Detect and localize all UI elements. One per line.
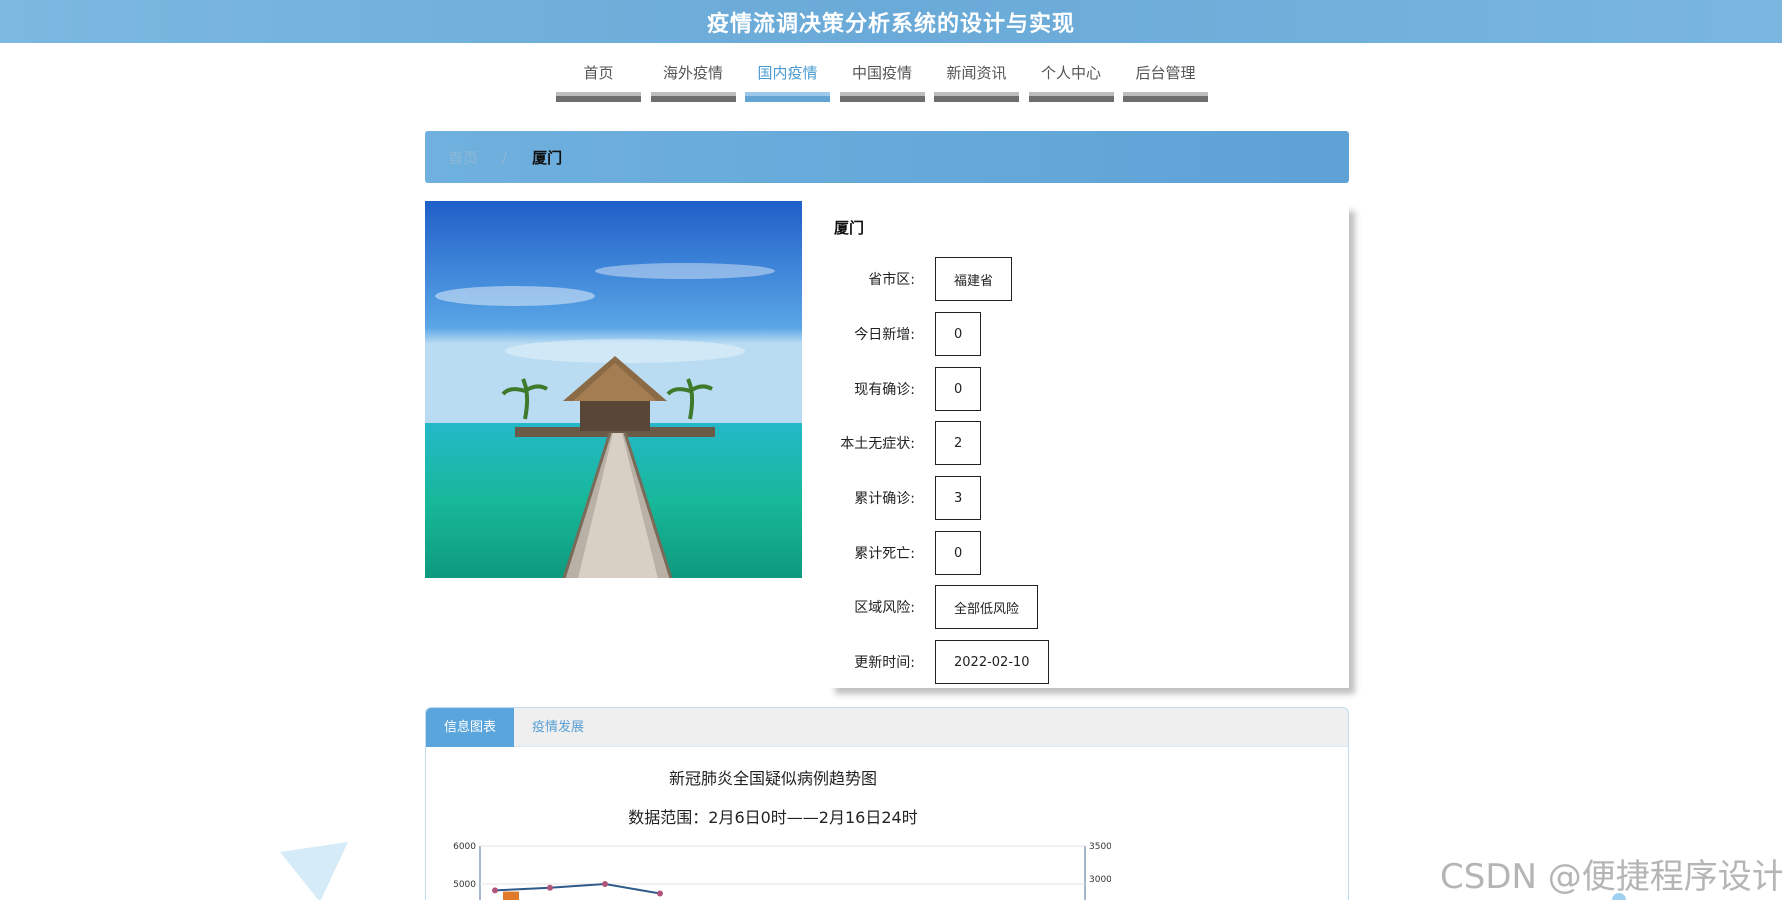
field-row-asymptomatic: 本土无症状: 2 xyxy=(829,421,982,465)
nav-item-admin[interactable]: 后台管理 xyxy=(1123,60,1208,102)
bar xyxy=(503,891,519,900)
y-left-tick-label: 6000 xyxy=(453,842,476,852)
y-right-tick-label: 30000 xyxy=(1089,875,1111,885)
nav-item-bar xyxy=(1028,92,1114,102)
nav-item-china[interactable]: 中国疫情 xyxy=(839,60,925,102)
field-label: 今日新增: xyxy=(854,327,915,343)
trend-chart: 新冠肺炎全国疑似病例趋势图 数据范围：2月6日0时——2月16日24时 5000… xyxy=(435,768,1111,900)
tab-bar: 信息图表 疫情发展 xyxy=(426,708,1348,747)
field-row-risk: 区域风险: 全部低风险 xyxy=(829,585,1039,629)
field-row-total-deaths: 累计死亡: 0 xyxy=(829,531,982,575)
field-value: 0 xyxy=(935,312,982,356)
y-left-tick-label: 5000 xyxy=(453,880,476,890)
decorative-triangle xyxy=(280,842,348,900)
nav-item-news[interactable]: 新闻资讯 xyxy=(934,60,1019,102)
nav-item-overseas[interactable]: 海外疫情 xyxy=(650,60,736,102)
nav-item-bar xyxy=(1123,92,1208,102)
field-value: 3 xyxy=(935,476,982,520)
system-title: 疫情流调决策分析系统的设计与实现 xyxy=(706,11,1075,37)
tabs-panel: 信息图表 疫情发展 新冠肺炎全国疑似病例趋势图 数据范围：2月6日0时——2月1… xyxy=(425,707,1349,900)
field-label: 累计确诊: xyxy=(854,491,915,507)
series-point xyxy=(492,887,498,894)
field-label: 省市区: xyxy=(868,272,915,288)
field-row-total-confirmed: 累计确诊: 3 xyxy=(829,476,982,520)
nav-item-label: 首页 xyxy=(583,64,614,82)
nav-item-home[interactable]: 首页 xyxy=(556,60,641,102)
field-label: 现有确诊: xyxy=(854,382,915,398)
field-label: 区域风险: xyxy=(854,600,915,616)
series-point xyxy=(657,890,663,897)
nav-item-label: 新闻资讯 xyxy=(946,64,1007,82)
chart-subtitle: 数据范围：2月6日0时——2月16日24时 xyxy=(628,808,918,827)
detail-card: 厦门 省市区: 福建省 今日新增: 0 现有确诊: 0 本土无症状: 2 累计确… xyxy=(829,205,1349,688)
nav-item-profile[interactable]: 个人中心 xyxy=(1028,60,1114,102)
breadcrumb-current: 厦门 xyxy=(532,148,563,167)
breadcrumb-separator: / xyxy=(502,148,508,166)
nav-item-domestic[interactable]: 国内疫情 xyxy=(745,60,830,102)
field-value: 福建省 xyxy=(935,257,1013,301)
nav-item-label: 海外疫情 xyxy=(662,64,723,82)
nav-item-bar xyxy=(650,92,736,102)
series-point xyxy=(602,881,608,887)
field-label: 本土无症状: xyxy=(840,436,915,452)
field-value: 全部低风险 xyxy=(935,585,1039,629)
nav-item-label: 国内疫情 xyxy=(757,64,818,82)
nav-item-bar xyxy=(745,92,830,102)
tab-epidemic-trend[interactable]: 疫情发展 xyxy=(514,708,602,747)
field-row-update-time: 更新时间: 2022-02-10 xyxy=(829,640,1049,684)
nav-item-bar xyxy=(839,92,925,102)
main-nav: 首页 海外疫情 国内疫情 中国疫情 新闻资讯 个人中心 后台管理 xyxy=(556,60,1218,102)
nav-item-label: 后台管理 xyxy=(1135,64,1196,82)
field-row-current-confirmed: 现有确诊: 0 xyxy=(829,367,982,411)
field-label: 累计死亡: xyxy=(854,546,915,562)
field-row-today-new: 今日新增: 0 xyxy=(829,312,982,356)
field-row-province: 省市区: 福建省 xyxy=(829,257,1013,301)
breadcrumb-home-link[interactable]: 首页 xyxy=(448,147,478,168)
city-photo xyxy=(425,201,802,578)
field-value: 2 xyxy=(935,421,982,465)
top-header: 疫情流调决策分析系统的设计与实现 xyxy=(0,0,1782,43)
breadcrumb: 首页 / 厦门 xyxy=(425,131,1349,183)
field-value: 2022-02-10 xyxy=(935,640,1049,684)
pier-image xyxy=(425,201,802,578)
nav-item-bar xyxy=(556,92,641,102)
detail-title: 厦门 xyxy=(834,219,865,237)
chart-plot: 5000 6000 30000 35000 xyxy=(453,842,1111,900)
series-point xyxy=(547,884,553,891)
field-value: 0 xyxy=(935,367,982,411)
field-value: 0 xyxy=(935,531,982,575)
watermark: CSDN @便捷程序设计 xyxy=(1440,857,1782,897)
tab-info-chart[interactable]: 信息图表 xyxy=(426,708,514,747)
field-label: 更新时间: xyxy=(854,655,915,671)
y-right-tick-label: 35000 xyxy=(1089,842,1111,852)
chart-title: 新冠肺炎全国疑似病例趋势图 xyxy=(668,769,877,788)
nav-item-label: 中国疫情 xyxy=(851,64,912,82)
nav-item-label: 个人中心 xyxy=(1040,64,1101,82)
nav-item-bar xyxy=(934,92,1019,102)
plot-frame xyxy=(479,845,1086,900)
